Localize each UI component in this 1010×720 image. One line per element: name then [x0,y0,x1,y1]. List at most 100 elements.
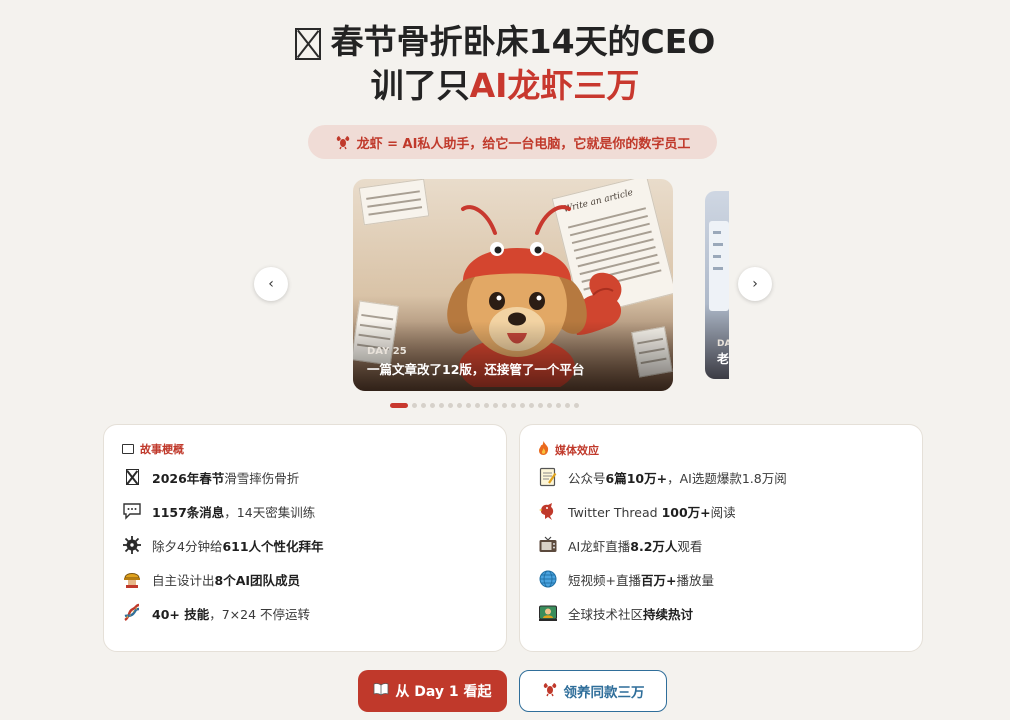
book-icon [122,444,134,454]
open-book-icon [373,682,389,700]
media-impact-card: 媒体效应 公众号6篇10万+，AI选题爆款1.8万阅 Twitter Threa… [519,424,923,652]
media-item: 公众号6篇10万+，AI选题爆款1.8万阅 [538,465,787,489]
virus-icon [122,535,142,555]
carousel-prev-button[interactable]: ‹ [254,267,288,301]
carousel-dot[interactable] [520,402,525,408]
speech-bubble-icon [122,501,142,521]
story-item-bold: 611人个性化拜年 [222,538,324,554]
media-item-pre: 短视频+直播 [568,572,641,588]
media-impact-heading: 媒体效应 [538,441,599,458]
story-item: 1157条消息，14天密集训练 [122,499,315,523]
chevron-left-icon: ‹ [268,276,274,292]
story-item: 40+ 技能，7×24 不停运转 [122,601,310,625]
story-summary-heading-text: 故事梗概 [140,443,184,456]
slide-day-label: DAY 25 [367,346,407,357]
carousel-dot[interactable] [439,402,444,408]
hero-title-line-2: 训了只AI龙虾三万 [0,64,1010,108]
media-item-bold: 100万+ [661,504,711,520]
media-item-bold: 百万+ [640,572,677,588]
screen-illustration [709,221,729,311]
adopt-lobster-button[interactable]: 领养同款三万 [519,670,667,712]
carousel-dot[interactable] [448,402,453,408]
carousel-next-button[interactable]: › [738,267,772,301]
media-item-text: 播放量 [676,572,714,588]
carousel-dot[interactable] [493,402,498,408]
media-item-pre: 全球技术社区 [568,606,644,622]
fire-icon [538,441,549,458]
carousel-dot[interactable] [457,402,462,408]
hero-title-text: 春节骨折卧床14天的CEO [330,22,716,61]
media-item-pre: AI龙虾直播 [568,538,631,554]
story-item-bold: 8个AI团队成员 [214,572,301,588]
carousel-dot[interactable] [529,402,534,408]
hero-title: 春节骨折卧床14天的CEO 训了只AI龙虾三万 [0,20,1010,108]
story-item-text: 滑雪摔伤骨折 [224,470,300,486]
carousel-slide-next[interactable]: DA 老 [705,191,729,379]
story-summary-card: 故事梗概 2026年春节滑雪摔伤骨折 1157条消息，14天密集训练 除夕4分钟… [103,424,507,652]
carousel-dot[interactable] [565,402,570,408]
broken-glyph-icon [122,467,142,487]
construction-worker-icon [122,569,142,589]
carousel-dot[interactable] [538,402,543,408]
hero-title-prefix: 训了只 [370,66,470,105]
carousel-slide-current[interactable]: Write an article DAY 25 一篇文章改了12版，还接管了一个… [353,179,673,391]
carousel-dot[interactable] [430,402,435,408]
media-item-pre: 公众号 [568,470,606,486]
story-item: 自主设计出8个AI团队成员 [122,567,300,591]
story-item: 2026年春节滑雪摔伤骨折 [122,465,299,489]
broken-glyph-icon [294,27,321,60]
carousel-dot[interactable] [466,402,471,408]
start-from-day1-button[interactable]: 从 Day 1 看起 [358,670,507,712]
carousel-dot[interactable] [574,402,579,408]
carousel-dot[interactable] [511,402,516,408]
slide-caption: 一篇文章改了12版，还接管了一个平台 [367,362,585,377]
story-item-pre: 除夕4分钟给 [152,538,223,554]
story-item: 除夕4分钟给611人个性化拜年 [122,533,324,557]
carousel-dot[interactable] [475,402,480,408]
carousel-dot[interactable] [484,402,489,408]
start-from-day1-label: 从 Day 1 看起 [395,684,492,700]
media-item: AI龙虾直播8.2万人观看 [538,533,702,557]
carousel-dot[interactable] [502,402,507,408]
media-item-text: 阅读 [710,504,736,520]
tagline-text: 龙虾 = AI私人助手，给它一台电脑，它就是你的数字员工 [356,136,691,152]
bird-icon [538,501,558,521]
media-item: 全球技术社区持续热讨 [538,601,693,625]
carousel-dot[interactable] [390,402,408,408]
dna-icon [122,603,142,623]
story-item-bold: 1157条消息 [152,504,225,520]
media-item-bold: 8.2万人 [630,538,678,554]
chevron-right-icon: › [752,276,758,292]
carousel-dot[interactable] [421,402,426,408]
story-item-bold: 2026年春节 [152,470,225,486]
paper-illustration [358,179,430,226]
lobster-icon [335,134,351,150]
story-item-text: ，7×24 不停运转 [209,606,311,622]
hero-title-line-1: 春节骨折卧床14天的CEO [0,20,1010,64]
lobster-icon [542,681,558,701]
tagline-badge: 龙虾 = AI私人助手，给它一台电脑，它就是你的数字员工 [308,125,717,159]
carousel-dots [390,401,579,409]
carousel-dot[interactable] [547,402,552,408]
slide-day-label: DA [717,339,729,349]
globe-icon [538,569,558,589]
carousel-dot[interactable] [556,402,561,408]
tv-icon [538,535,558,555]
story-item-bold: 40+ 技能 [152,606,210,622]
adopt-lobster-label: 领养同款三万 [563,685,645,701]
slide-caption: 老 [717,352,729,366]
story-item-pre: 自主设计出 [152,572,215,588]
story-summary-heading: 故事梗概 [122,441,184,457]
carousel-dot[interactable] [412,402,417,408]
media-item-bold: 6篇10万+ [605,470,668,486]
technologist-icon [538,603,558,623]
media-item: 短视频+直播百万+播放量 [538,567,714,591]
media-item-text: 观看 [677,538,703,554]
media-item-pre: Twitter Thread [568,504,662,520]
hero-title-accent: AI龙虾三万 [469,66,640,105]
media-impact-heading-text: 媒体效应 [555,443,599,457]
story-carousel: ‹ Write an article DAY 25 一篇文章改了12版，还接管了… [0,179,1010,414]
story-item-text: ，14天密集训练 [224,504,316,520]
memo-icon [538,467,558,487]
media-item: Twitter Thread 100万+阅读 [538,499,736,523]
